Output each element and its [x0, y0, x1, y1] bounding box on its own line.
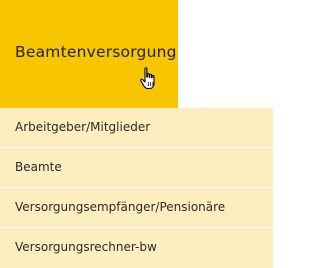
- nav-tab-label: Beamtenversorgung: [15, 43, 177, 61]
- submenu-item-label: Versorgungsempfänger/Pensionäre: [15, 200, 226, 214]
- submenu-item-beamte[interactable]: Beamte: [0, 148, 273, 187]
- submenu-item-arbeitgeber-mitglieder[interactable]: Arbeitgeber/Mitglieder: [0, 108, 273, 147]
- dropdown-menu: Beamtenversorgung Arbeitgeber/Mitglieder…: [0, 0, 273, 268]
- submenu-item-label: Beamte: [15, 160, 62, 174]
- submenu-item-versorgungsempfaenger-pensionaere[interactable]: Versorgungsempfänger/Pensionäre: [0, 188, 273, 227]
- submenu-item-label: Versorgungsrechner-bw: [15, 240, 157, 254]
- submenu-item-label: Arbeitgeber/Mitglieder: [15, 120, 151, 134]
- nav-tab-beamtenversorgung[interactable]: Beamtenversorgung: [0, 0, 178, 108]
- submenu-panel: Arbeitgeber/Mitglieder Beamte Versorgung…: [0, 108, 273, 268]
- submenu-item-versorgungsrechner-bw[interactable]: Versorgungsrechner-bw: [0, 228, 273, 267]
- hand-pointer-icon: [140, 67, 155, 90]
